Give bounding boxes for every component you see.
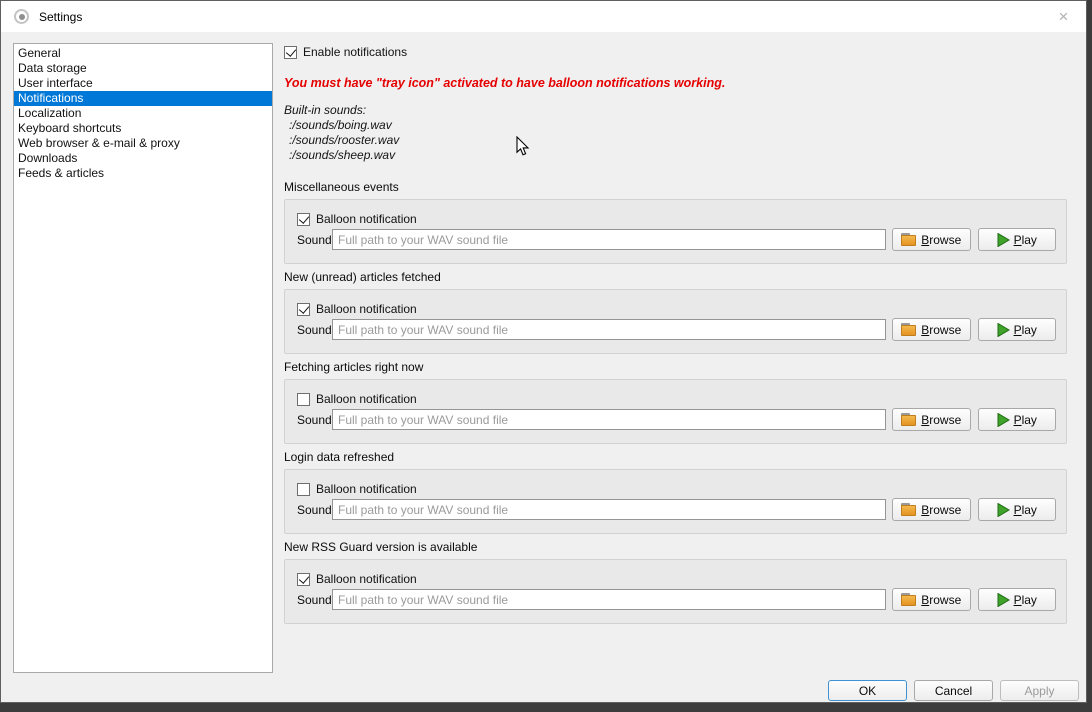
play-icon <box>997 323 1010 337</box>
balloon-notification-checkbox[interactable] <box>297 393 310 406</box>
settings-category-list: General Data storage User interface Noti… <box>13 43 273 673</box>
sidebar-item-localization[interactable]: Localization <box>14 106 272 121</box>
play-icon <box>997 593 1010 607</box>
cancel-button[interactable]: Cancel <box>914 680 993 701</box>
balloon-notification-row: Balloon notification <box>297 392 417 406</box>
section-panel: Balloon notification Sound Browse Play <box>284 199 1067 264</box>
browse-button[interactable]: Browse <box>892 318 971 341</box>
play-icon <box>997 233 1010 247</box>
browse-button[interactable]: Browse <box>892 228 971 251</box>
section-fetching-articles: Fetching articles right now Balloon noti… <box>284 361 1067 444</box>
ok-button[interactable]: OK <box>828 680 907 701</box>
browse-button[interactable]: Browse <box>892 498 971 521</box>
section-panel: Balloon notification Sound Browse Play <box>284 289 1067 354</box>
section-title: Fetching articles right now <box>284 361 1067 374</box>
enable-notifications-checkbox[interactable] <box>284 46 297 59</box>
sound-label: Sound <box>297 593 332 607</box>
play-icon <box>997 503 1010 517</box>
window-title: Settings <box>39 10 82 24</box>
sound-row: Sound Browse Play <box>297 318 1056 341</box>
apply-button[interactable]: Apply <box>1000 680 1079 701</box>
play-button[interactable]: Play <box>978 588 1057 611</box>
browse-button[interactable]: Browse <box>892 588 971 611</box>
sidebar-item-data-storage[interactable]: Data storage <box>14 61 272 76</box>
sound-row: Sound Browse Play <box>297 408 1056 431</box>
section-miscellaneous-events: Miscellaneous events Balloon notificatio… <box>284 181 1067 264</box>
section-title: Miscellaneous events <box>284 181 1067 194</box>
folder-icon <box>901 413 917 426</box>
sound-row: Sound Browse Play <box>297 498 1056 521</box>
folder-icon <box>901 503 917 516</box>
sound-path-input[interactable] <box>332 589 886 610</box>
play-icon <box>997 413 1010 427</box>
sound-path-input[interactable] <box>332 319 886 340</box>
settings-gear-icon <box>14 9 29 24</box>
browse-button[interactable]: Browse <box>892 408 971 431</box>
balloon-notification-label: Balloon notification <box>316 212 417 226</box>
sidebar-item-general[interactable]: General <box>14 46 272 61</box>
balloon-notification-checkbox[interactable] <box>297 483 310 496</box>
sound-label: Sound <box>297 413 332 427</box>
sidebar-item-feeds-articles[interactable]: Feeds & articles <box>14 166 272 181</box>
built-in-sounds-info: Built-in sounds: :/sounds/boing.wav :/so… <box>284 103 1067 163</box>
section-new-articles-fetched: New (unread) articles fetched Balloon no… <box>284 271 1067 354</box>
section-title: New (unread) articles fetched <box>284 271 1067 284</box>
folder-icon <box>901 323 917 336</box>
sound-label: Sound <box>297 233 332 247</box>
section-new-version-available: New RSS Guard version is available Ballo… <box>284 541 1067 624</box>
titlebar: Settings × <box>1 1 1086 32</box>
sidebar-item-downloads[interactable]: Downloads <box>14 151 272 166</box>
sidebar-item-web-browser[interactable]: Web browser & e-mail & proxy <box>14 136 272 151</box>
section-panel: Balloon notification Sound Browse Play <box>284 559 1067 624</box>
sound-row: Sound Browse Play <box>297 228 1056 251</box>
built-in-sounds-title: Built-in sounds: <box>284 103 1067 118</box>
balloon-notification-checkbox[interactable] <box>297 573 310 586</box>
sidebar-item-notifications[interactable]: Notifications <box>14 91 272 106</box>
folder-icon <box>901 233 917 246</box>
sound-path: :/sounds/boing.wav <box>284 118 1067 133</box>
balloon-notification-label: Balloon notification <box>316 482 417 496</box>
sidebar-item-user-interface[interactable]: User interface <box>14 76 272 91</box>
balloon-notification-label: Balloon notification <box>316 392 417 406</box>
sound-path-input[interactable] <box>332 229 886 250</box>
notifications-page: Enable notifications You must have "tray… <box>284 45 1067 631</box>
sound-label: Sound <box>297 503 332 517</box>
sound-path-input[interactable] <box>332 499 886 520</box>
balloon-notification-row: Balloon notification <box>297 302 417 316</box>
enable-notifications-row: Enable notifications <box>284 45 1067 59</box>
play-button[interactable]: Play <box>978 228 1057 251</box>
sidebar-item-keyboard-shortcuts[interactable]: Keyboard shortcuts <box>14 121 272 136</box>
balloon-notification-row: Balloon notification <box>297 482 417 496</box>
balloon-notification-label: Balloon notification <box>316 572 417 586</box>
play-button[interactable]: Play <box>978 498 1057 521</box>
tray-icon-warning: You must have "tray icon" activated to h… <box>284 76 1067 90</box>
section-panel: Balloon notification Sound Browse Play <box>284 469 1067 534</box>
folder-icon <box>901 593 917 606</box>
balloon-notification-row: Balloon notification <box>297 212 417 226</box>
balloon-notification-label: Balloon notification <box>316 302 417 316</box>
section-panel: Balloon notification Sound Browse Play <box>284 379 1067 444</box>
sound-path: :/sounds/rooster.wav <box>284 133 1067 148</box>
enable-notifications-label: Enable notifications <box>303 45 407 59</box>
settings-dialog: Settings × General Data storage User int… <box>0 0 1087 703</box>
section-title: Login data refreshed <box>284 451 1067 464</box>
balloon-notification-row: Balloon notification <box>297 572 417 586</box>
play-button[interactable]: Play <box>978 318 1057 341</box>
sound-row: Sound Browse Play <box>297 588 1056 611</box>
balloon-notification-checkbox[interactable] <box>297 213 310 226</box>
section-login-data-refreshed: Login data refreshed Balloon notificatio… <box>284 451 1067 534</box>
close-icon[interactable]: × <box>1041 1 1086 32</box>
section-title: New RSS Guard version is available <box>284 541 1067 554</box>
sound-path: :/sounds/sheep.wav <box>284 148 1067 163</box>
play-button[interactable]: Play <box>978 408 1057 431</box>
sound-path-input[interactable] <box>332 409 886 430</box>
sound-label: Sound <box>297 323 332 337</box>
balloon-notification-checkbox[interactable] <box>297 303 310 316</box>
